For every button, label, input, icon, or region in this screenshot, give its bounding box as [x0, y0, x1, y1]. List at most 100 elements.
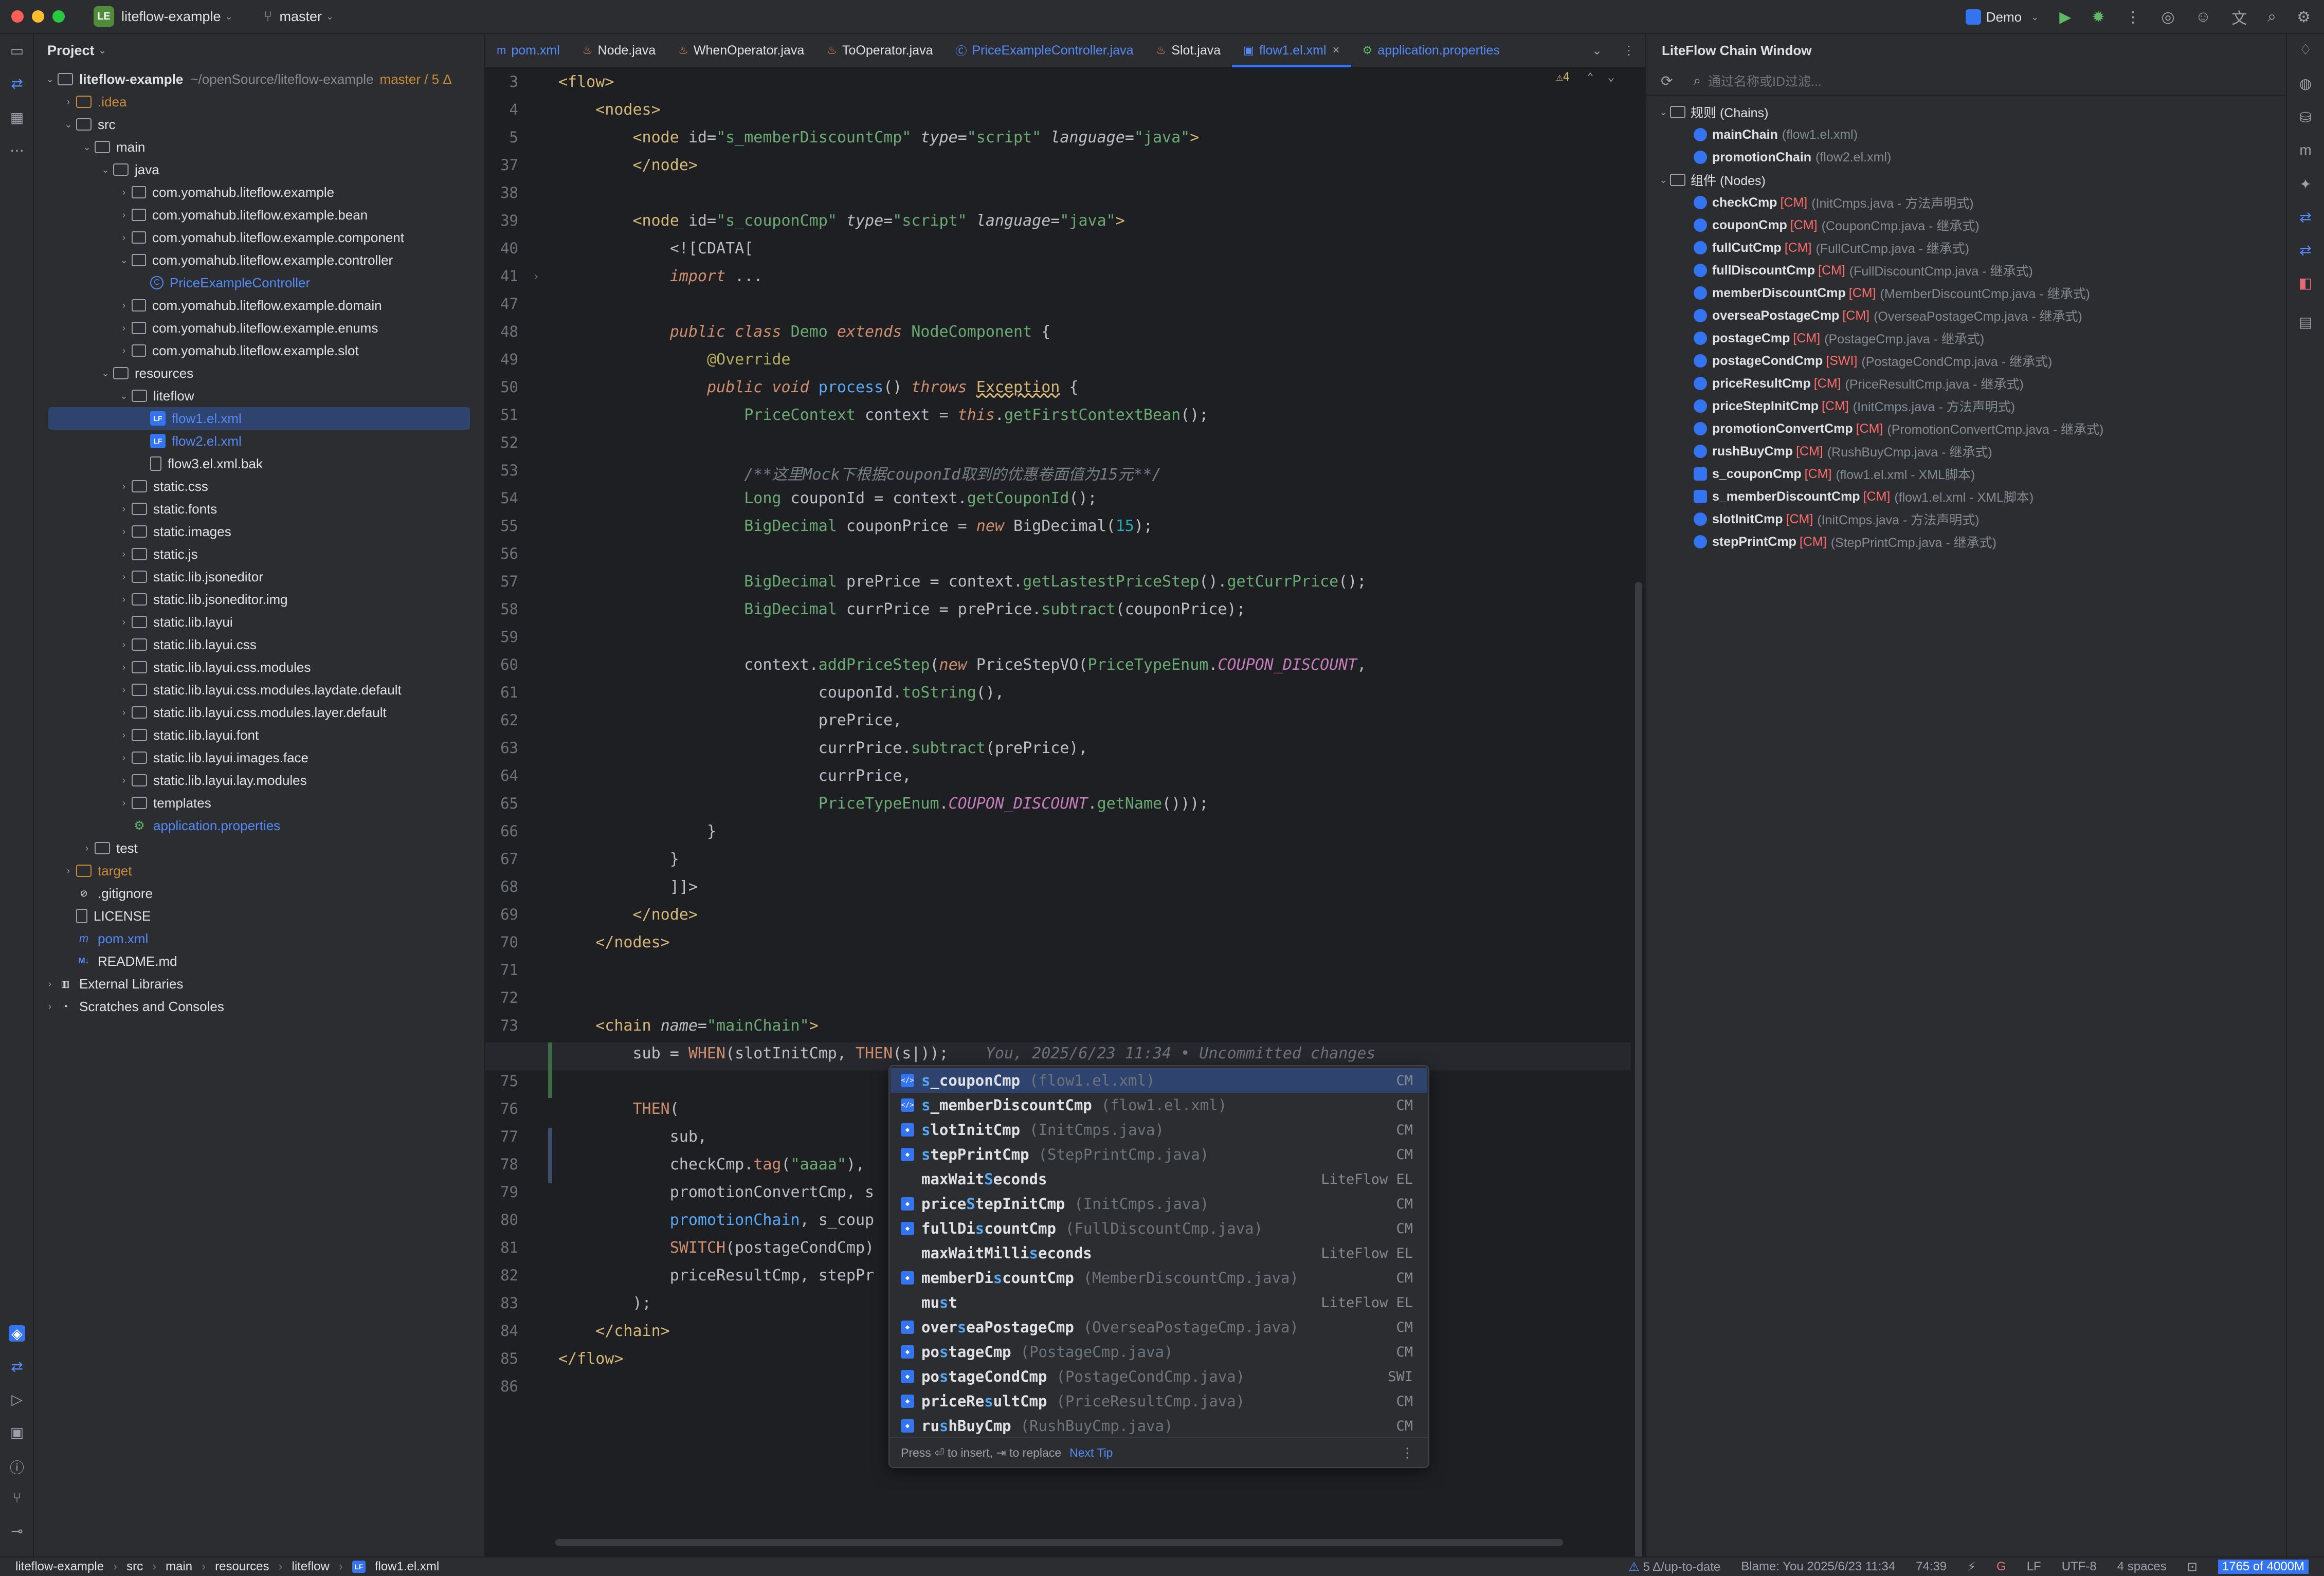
settings-gear-icon[interactable]: ⚙ — [2297, 8, 2311, 26]
tree-item[interactable]: › static.lib.layui.lay.modules — [34, 769, 484, 792]
expand-arrow-icon[interactable]: ⌄ — [1657, 107, 1670, 118]
expand-arrow-icon[interactable]: › — [116, 798, 132, 809]
completion-item[interactable]: ◆ memberDiscountCmp (MemberDiscountCmp.jav… — [891, 1266, 1427, 1290]
tree-item[interactable]: ⊘ .gitignore — [34, 882, 484, 905]
completion-item[interactable]: ◆ postageCmp (PostageCmp.java) CM — [891, 1340, 1427, 1364]
vcs-change-marker[interactable] — [548, 1128, 552, 1183]
tree-item[interactable]: › ▥ External Libraries — [34, 973, 484, 995]
plugin-icon[interactable]: ◧ — [2297, 274, 2314, 291]
breadcrumb-item[interactable]: src — [126, 1560, 143, 1574]
code-line[interactable]: SWITCH(postageCondCmp) — [558, 1239, 874, 1257]
liteflow-chain-icon[interactable]: ⇄ — [2297, 209, 2314, 225]
vcs-change-marker[interactable] — [548, 1042, 552, 1098]
completion-item[interactable]: ◆ postageCondCmp (PostageCondCmp.java) SWI — [891, 1364, 1427, 1389]
project-switcher[interactable]: liteflow-example — [121, 9, 221, 25]
code-line[interactable]: public void process() throws Exception { — [558, 378, 1079, 396]
completion-item[interactable]: </> s_couponCmp (flow1.el.xml) CM — [891, 1068, 1427, 1093]
project-badge[interactable]: LE — [94, 6, 114, 27]
code-line[interactable]: sub, — [558, 1128, 707, 1146]
debug-icon[interactable]: ✹ — [2092, 8, 2104, 26]
code-line[interactable]: checkCmp.tag("aaaa"), — [558, 1156, 865, 1174]
expand-arrow-icon[interactable]: ⌄ — [98, 164, 113, 175]
tree-item[interactable]: › static.images — [34, 520, 484, 543]
completion-item[interactable]: ◆ slotInitCmp (InitCmps.java) CM — [891, 1117, 1427, 1142]
tree-item[interactable]: › static.lib.layui.css.modules.layer.defa… — [34, 701, 484, 724]
liteflow-node-icon[interactable]: ⇄ — [2297, 242, 2314, 258]
code-line[interactable]: BigDecimal currPrice = prePrice.subtract… — [558, 600, 1245, 618]
code-line[interactable]: </node> — [558, 156, 698, 174]
liteflow-item[interactable]: checkCmp [CM] (InitCmps.java - 方法声明式) — [1694, 191, 1974, 214]
tree-item[interactable]: › ◔ Scratches and Consoles — [34, 995, 484, 1018]
liteflow-item[interactable]: promotionConvertCmp [CM] (PromotionConvert… — [1694, 417, 2103, 440]
expand-arrow-icon[interactable]: › — [116, 210, 132, 221]
tree-root[interactable]: ⌄ liteflow-example ~/openSource/liteflow… — [34, 68, 484, 90]
close-window-button[interactable] — [11, 10, 24, 23]
chevron-down-icon[interactable]: ⌄ — [1592, 43, 1602, 58]
tree-item[interactable]: LF flow1.el.xml — [48, 407, 470, 430]
liteflow-item[interactable]: promotionChain (flow2.el.xml) — [1694, 146, 1891, 169]
liteflow-group[interactable]: ⌄ 组件 (Nodes) — [1657, 169, 1766, 191]
maven-icon[interactable]: m — [2297, 142, 2314, 158]
liteflow-item[interactable]: postageCondCmp [SWI] (PostageCondCmp.java … — [1694, 350, 2052, 372]
indent-setting[interactable]: 4 spaces — [2117, 1560, 2167, 1574]
expand-arrow-icon[interactable]: ⌄ — [42, 74, 58, 85]
code-line[interactable]: prePrice, — [558, 711, 902, 729]
completion-item[interactable]: ◆ priceResultCmp (PriceResultCmp.java) CM — [891, 1389, 1427, 1414]
completion-item[interactable]: ◆ overseaPostageCmp (OverseaPostageCmp.jav… — [891, 1315, 1427, 1340]
run-tool-icon[interactable]: ▷ — [9, 1391, 25, 1407]
liteflow-icon[interactable]: ⇄ — [9, 75, 25, 91]
completion-item[interactable]: ◆ stepPrintCmp (StepPrintCmp.java) CM — [891, 1142, 1427, 1167]
tree-item[interactable]: C PriceExampleController — [34, 271, 484, 294]
code-line[interactable]: context.addPriceStep(new PriceStepVO(Pri… — [558, 656, 1366, 674]
expand-arrow-icon[interactable]: ⌄ — [1657, 175, 1670, 186]
breadcrumb-item[interactable]: liteflow — [292, 1560, 329, 1574]
code-line[interactable]: <flow> — [558, 73, 614, 91]
expand-arrow-icon[interactable]: › — [116, 617, 132, 628]
code-line[interactable]: @Override — [558, 351, 791, 369]
editor-tab[interactable]: Ⓒ PriceExampleController.java — [944, 33, 1145, 67]
completion-options-icon[interactable]: ⋮ — [1401, 1445, 1414, 1461]
code-line[interactable]: } — [558, 822, 716, 840]
editor-tab[interactable]: ▣ flow1.el.xml × — [1232, 33, 1351, 67]
tree-item[interactable]: › static.lib.layui.css.modules.laydate.de… — [34, 679, 484, 701]
breadcrumb-item[interactable]: flow1.el.xml — [375, 1560, 439, 1574]
editor-tab[interactable]: m pom.xml — [485, 33, 571, 67]
tree-item[interactable]: › static.lib.layui.css.modules — [34, 656, 484, 679]
expand-arrow-icon[interactable]: › — [116, 187, 132, 198]
code-line[interactable]: BigDecimal couponPrice = new BigDecimal(… — [558, 517, 1153, 535]
code-line[interactable]: promotionChain, s_coup — [558, 1211, 874, 1229]
code-line[interactable]: couponId.toString(), — [558, 684, 1004, 702]
completion-item[interactable]: maxWaitSeconds LiteFlow EL — [891, 1167, 1427, 1192]
completion-item[interactable]: must LiteFlow EL — [891, 1290, 1427, 1315]
tree-item[interactable]: › static.lib.layui.font — [34, 724, 484, 746]
tree-item[interactable]: › static.lib.layui — [34, 611, 484, 633]
readonly-lock-icon[interactable]: ⊡ — [2187, 1560, 2198, 1574]
expand-arrow-icon[interactable]: › — [79, 843, 95, 854]
expand-arrow-icon[interactable]: › — [116, 232, 132, 243]
expand-arrow-icon[interactable]: › — [116, 345, 132, 356]
editor-tab[interactable]: ♨ Node.java — [571, 33, 667, 67]
tree-item[interactable]: LF flow2.el.xml — [34, 430, 484, 452]
code-line[interactable]: currPrice, — [558, 767, 912, 785]
account-icon[interactable]: ☺ — [2195, 8, 2211, 26]
more-tools-icon[interactable]: ⋯ — [9, 142, 25, 158]
liteflow-item[interactable]: rushBuyCmp [CM] (RushBuyCmp.java - 继承式) — [1694, 440, 1992, 463]
breadcrumb-item[interactable]: resources — [215, 1560, 269, 1574]
tree-item[interactable]: ⌄ main — [34, 136, 484, 158]
expand-arrow-icon[interactable]: › — [116, 753, 132, 763]
expand-arrow-icon[interactable]: › — [61, 97, 76, 107]
expand-arrow-icon[interactable]: › — [116, 481, 132, 492]
editor-tab[interactable]: ⚙ application.properties — [1351, 33, 1511, 67]
completion-item[interactable]: ◆ priceStepInitCmp (InitCmps.java) CM — [891, 1192, 1427, 1216]
code-line[interactable]: public class Demo extends NodeComponent … — [558, 323, 1051, 341]
breadcrumb-item[interactable]: main — [166, 1560, 192, 1574]
expand-arrow-icon[interactable]: › — [42, 979, 58, 989]
run-icon[interactable]: ▶ — [2059, 8, 2071, 26]
code-line[interactable]: <chain name="mainChain"> — [558, 1017, 819, 1035]
vertical-scrollbar[interactable] — [1635, 582, 1642, 1576]
liteflow-item[interactable]: slotInitCmp [CM] (InitCmps.java - 方法声明式) — [1694, 508, 1980, 530]
project-folder-icon[interactable]: ▭ — [9, 42, 25, 59]
expand-arrow-icon[interactable]: › — [116, 300, 132, 311]
tree-item[interactable]: › com.yomahub.liteflow.example.domain — [34, 294, 484, 317]
editor-tab[interactable]: ♨ ToOperator.java — [815, 33, 944, 67]
